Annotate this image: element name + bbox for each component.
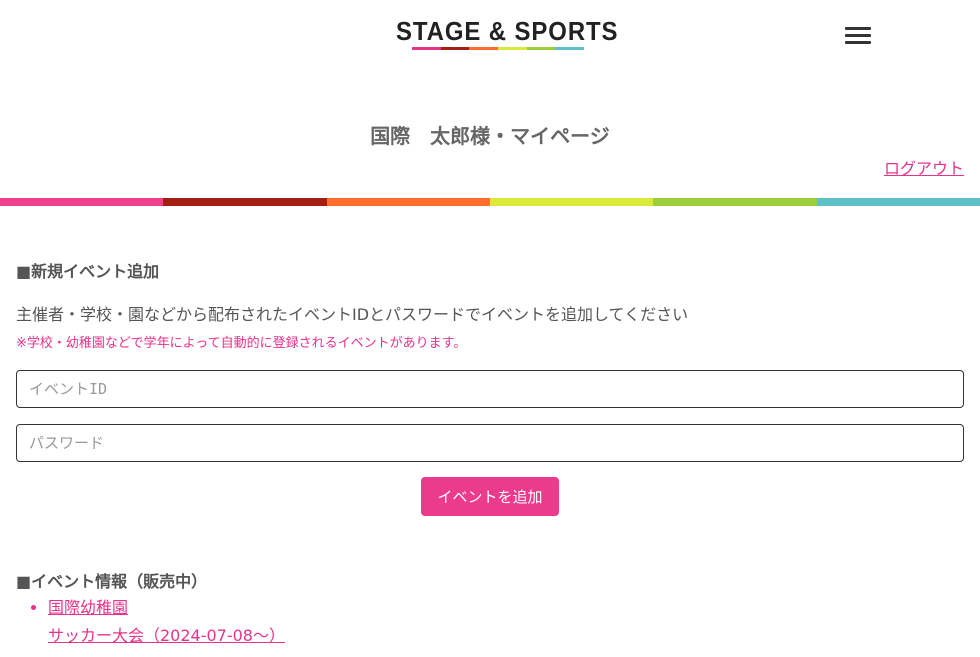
event-id-input[interactable] (16, 370, 964, 408)
stripe-segment-4 (489, 198, 654, 206)
stripe-segment-6 (816, 198, 980, 206)
password-input[interactable] (16, 424, 964, 462)
event-info-heading: ■イベント情報（販売中） (16, 572, 208, 591)
logo-bar-3 (469, 47, 499, 50)
event-organization-link[interactable]: 国際幼稚園 (48, 594, 285, 622)
site-logo[interactable]: STAGE & SPORTS (396, 16, 619, 53)
new-event-heading: ■新規イベント追加 (16, 262, 160, 281)
list-item: 国際幼稚園 サッカー大会（2024-07-08～） (48, 594, 285, 650)
menu-line (845, 27, 871, 30)
stripe-segment-1 (0, 198, 164, 206)
header: STAGE & SPORTS (0, 0, 980, 80)
new-event-description: 主催者・学校・園などから配布されたイベントIDとパスワードでイベントを追加してく… (16, 305, 689, 324)
menu-line (845, 34, 871, 37)
auto-registration-note: ※学校・幼稚園などで学年によって自動的に登録されるイベントがあります。 (16, 336, 467, 351)
hamburger-menu-icon[interactable] (845, 27, 871, 45)
stripe-segment-3 (326, 198, 490, 206)
color-stripe-divider (0, 198, 980, 206)
logo-bar-2 (440, 47, 470, 50)
event-list: 国際幼稚園 サッカー大会（2024-07-08～） (16, 594, 285, 650)
logo-text: STAGE & SPORTS (396, 16, 619, 46)
stripe-segment-2 (163, 198, 327, 206)
logo-bar-4 (498, 47, 527, 50)
logout-link[interactable]: ログアウト (884, 155, 964, 179)
logo-bar-1 (412, 47, 441, 50)
add-event-button[interactable]: イベントを追加 (421, 477, 559, 516)
logo-bar-6 (555, 47, 585, 50)
event-name-link[interactable]: サッカー大会（2024-07-08～） (48, 622, 285, 650)
logo-color-bars (412, 47, 585, 50)
menu-line (845, 41, 871, 44)
stripe-segment-5 (653, 198, 817, 206)
page-title: 国際 太郎様・マイページ (370, 124, 610, 148)
logo-bar-5 (526, 47, 556, 50)
